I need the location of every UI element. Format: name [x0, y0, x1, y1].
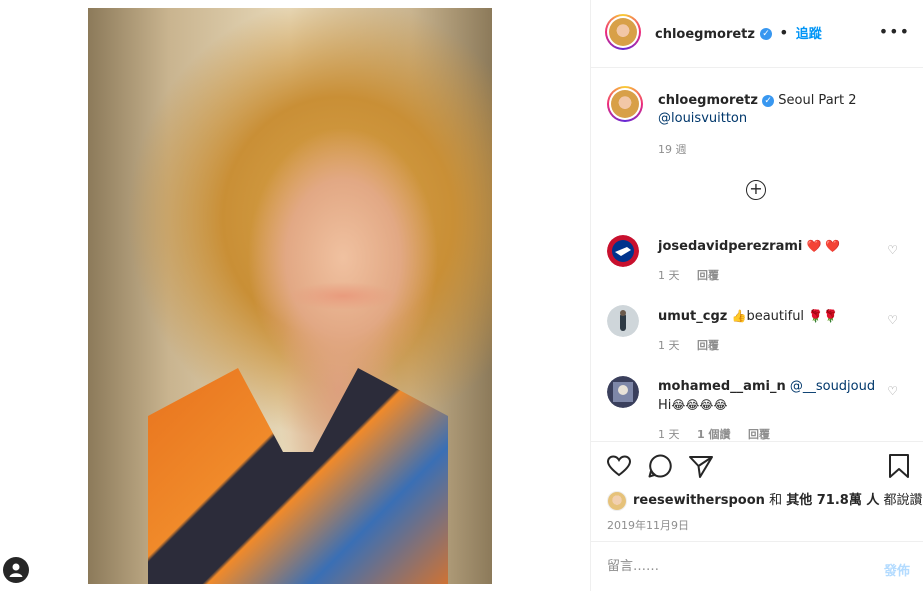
comment-meta: 1 天 回覆 [658, 337, 733, 353]
comment-age: 1 天 [658, 339, 680, 352]
comment-emoji: ❤️ ❤️ [806, 239, 841, 253]
likes-suffix: 都說讚 [883, 493, 923, 508]
more-horizontal-icon[interactable]: ••• [879, 22, 910, 41]
post-details-pane: chloegmoretz ✓ • 追蹤 ••• chloegmoretz ✓ S… [590, 0, 923, 591]
reply-button[interactable]: 回覆 [697, 269, 719, 282]
comment-text: Hi [658, 398, 672, 413]
comment-form: 發佈 [591, 541, 923, 592]
caption-username[interactable]: chloegmoretz [658, 93, 758, 108]
author-avatar[interactable] [605, 14, 641, 50]
comment-body: umut_cgz 👍beautiful 🌹🌹 [658, 307, 883, 326]
liker-username[interactable]: reesewitherspoon [633, 493, 765, 508]
post-date: 2019年11月9日 [607, 519, 689, 532]
verified-badge-icon: ✓ [760, 27, 773, 40]
comment-avatar[interactable] [607, 376, 639, 408]
liker-avatar[interactable] [607, 490, 627, 511]
share-icon[interactable] [687, 452, 715, 480]
caption-author-avatar[interactable] [607, 86, 643, 122]
action-bar [591, 441, 923, 492]
comment-username[interactable]: mohamed__ami_n [658, 379, 786, 394]
comment-meta: 1 天 回覆 [658, 267, 733, 283]
follow-button[interactable]: 追蹤 [796, 27, 822, 42]
comment-age: 1 天 [658, 269, 680, 282]
caption-verified-badge-icon: ✓ [762, 94, 775, 107]
caption-age: 19 週 [658, 143, 687, 156]
comment-text: beautiful [746, 309, 805, 324]
comment-like-heart-icon[interactable]: ♡ [887, 313, 898, 327]
comment-emoji: 🌹🌹 [808, 309, 839, 323]
post-media-pane [0, 0, 590, 591]
comment-age: 1 天 [658, 428, 680, 441]
caption-mention-link[interactable]: @louisvuitton [658, 111, 747, 126]
post-comment-button[interactable]: 發佈 [884, 560, 910, 579]
comment-input[interactable] [607, 559, 857, 574]
comment-mention-link[interactable]: @__soudjoud [790, 379, 875, 394]
comment-username[interactable]: josedavidperezrami [658, 239, 802, 254]
comment-like-heart-icon[interactable]: ♡ [887, 243, 898, 257]
author-line: chloegmoretz ✓ • 追蹤 [655, 23, 822, 42]
heart-icon[interactable] [605, 452, 633, 480]
comment-username[interactable]: umut_cgz [658, 309, 727, 324]
reply-button[interactable]: 回覆 [697, 339, 719, 352]
comment-like-heart-icon[interactable]: ♡ [887, 384, 898, 398]
likes-and: 和 [769, 493, 783, 508]
user-account-icon[interactable] [3, 557, 29, 583]
comment-body: josedavidperezrami ❤️ ❤️ [658, 237, 883, 256]
post-header: chloegmoretz ✓ • 追蹤 ••• [591, 0, 923, 68]
likes-summary: reesewitherspoon 和 其他 71.8萬 人 都說讚 [607, 489, 923, 511]
comment-like-count[interactable]: 1 個讚 [697, 428, 730, 441]
plus-circle-icon[interactable]: + [746, 180, 766, 200]
comment-emoji: 😂😂😂😂 [671, 398, 728, 412]
bookmark-icon[interactable] [885, 452, 913, 480]
comment-avatar[interactable] [607, 305, 639, 337]
comment-meta: 1 天 1 個讚 回覆 [658, 426, 784, 442]
photo-clothing-detail [148, 368, 448, 584]
thumbs-up-emoji: 👍 [731, 309, 747, 323]
author-username[interactable]: chloegmoretz [655, 27, 755, 42]
comment-avatar[interactable] [607, 235, 639, 267]
likes-others-count[interactable]: 其他 71.8萬 人 [786, 493, 879, 508]
comment-body: mohamed__ami_n @__soudjoud Hi😂😂😂😂 [658, 378, 883, 415]
caption-text-block: chloegmoretz ✓ Seoul Part 2 @louisvuitto… [658, 92, 908, 128]
comment-icon[interactable] [646, 452, 674, 480]
caption-text: Seoul Part 2 [778, 93, 857, 108]
reply-button[interactable]: 回覆 [748, 428, 770, 441]
separator-dot: • [779, 23, 789, 42]
post-photo[interactable] [88, 8, 492, 584]
